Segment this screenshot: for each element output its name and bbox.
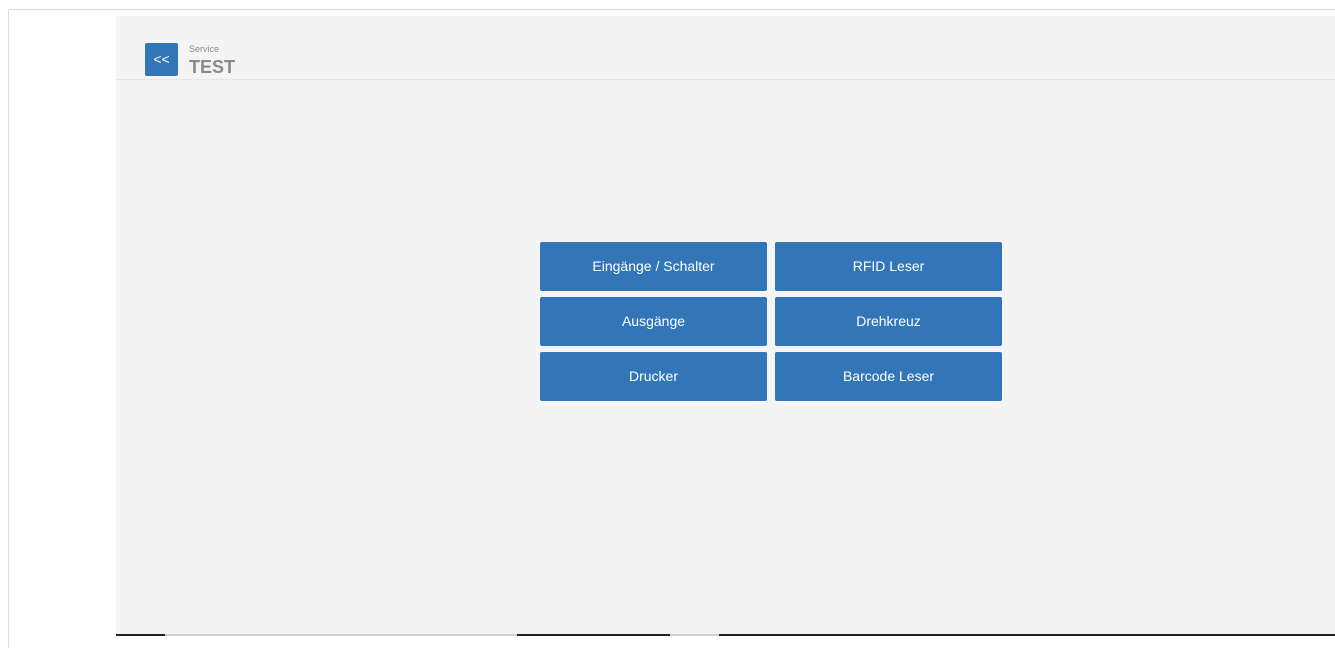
barcode-reader-button[interactable]: Barcode Leser [775,352,1002,401]
printer-button[interactable]: Drucker [540,352,767,401]
outputs-button[interactable]: Ausgänge [540,297,767,346]
page-header: << Service TEST [116,16,1335,80]
inputs-switches-button[interactable]: Eingänge / Schalter [540,242,767,291]
bottom-bar-segment [719,634,1335,636]
back-button[interactable]: << [145,43,178,76]
service-panel: << Service TEST Eingänge / Schalter RFID… [116,16,1335,635]
bottom-bar-segment [670,634,719,636]
bottom-progress-bar [116,634,1335,636]
bottom-bar-segment [165,634,517,636]
page-title: TEST [189,57,236,77]
breadcrumb: Service [189,44,220,54]
test-menu-grid: Eingänge / Schalter RFID Leser Ausgänge … [540,242,1002,401]
rfid-reader-button[interactable]: RFID Leser [775,242,1002,291]
bottom-bar-segment [116,634,165,636]
bottom-bar-segment [517,634,670,636]
turnstile-button[interactable]: Drehkreuz [775,297,1002,346]
